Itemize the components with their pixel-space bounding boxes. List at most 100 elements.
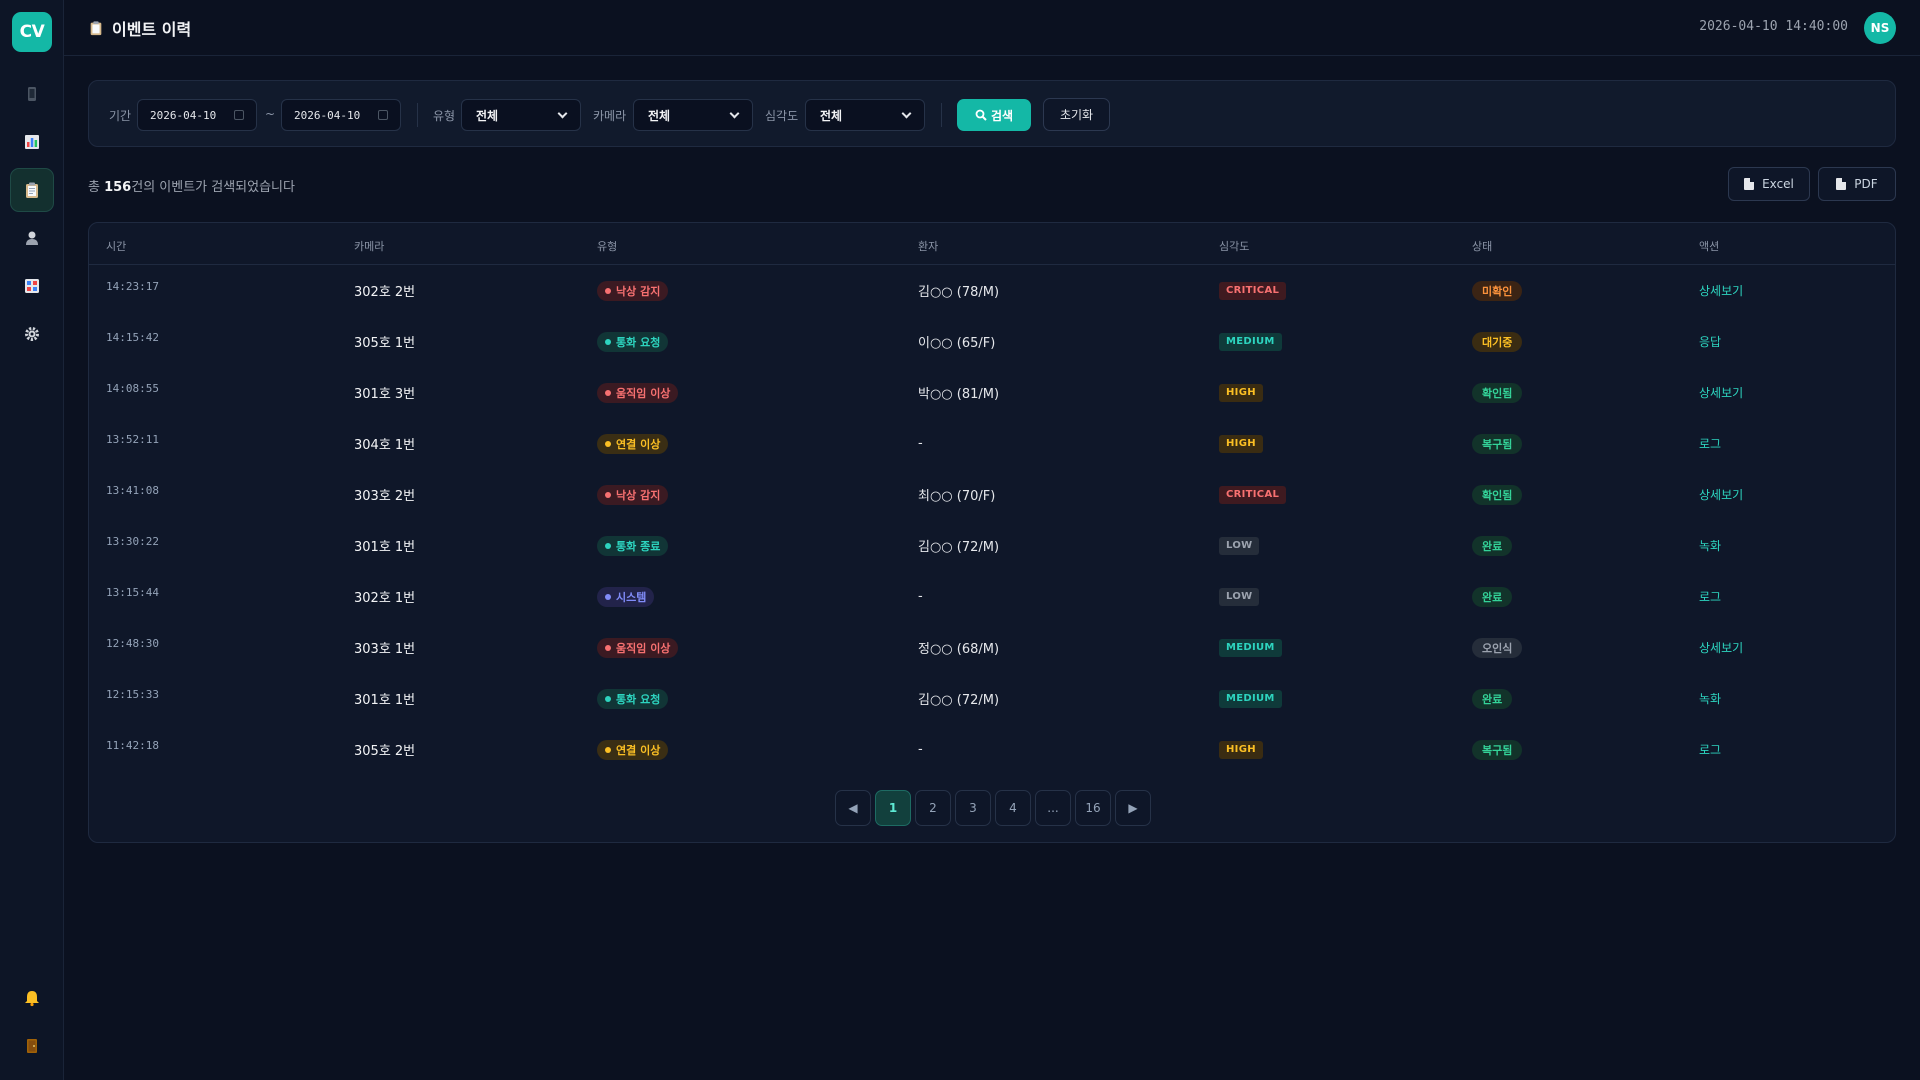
- table-row[interactable]: 13:52:11 304호 1번 연결 이상 - HIGH 복구됨 로그: [89, 418, 1895, 469]
- sidebar-item-cameras[interactable]: [10, 264, 54, 308]
- cell-type: 움직임 이상: [597, 622, 679, 673]
- cell-camera: 302호 1번: [354, 591, 416, 606]
- sidebar-item-patients[interactable]: [10, 216, 54, 260]
- table-row[interactable]: 12:15:33 301호 1번 통화 요청 김○○ (72/M) MEDIUM 완료 녹화: [89, 673, 1895, 724]
- row-action-link[interactable]: 로그: [1699, 588, 1721, 605]
- cell-action: 상세보기: [1699, 469, 1743, 520]
- column-header-patient[interactable]: 환자: [918, 238, 938, 254]
- page-button[interactable]: 4: [995, 790, 1031, 826]
- user-avatar[interactable]: NS: [1864, 12, 1896, 44]
- camera-select[interactable]: 전체: [633, 99, 753, 131]
- status-dot-icon: [605, 389, 611, 396]
- row-action-link[interactable]: 상세보기: [1699, 384, 1743, 401]
- date-to-input[interactable]: 2026-04-10: [281, 99, 401, 131]
- status-dot-icon: [605, 338, 611, 345]
- sidebar-item-stats[interactable]: [10, 120, 54, 164]
- cell-patient: 박○○ (81/M): [918, 387, 1000, 402]
- severity-badge: HIGH: [1219, 434, 1263, 453]
- page-title-text: 이벤트 이력: [112, 20, 192, 39]
- cell-camera: 301호 1번: [354, 540, 416, 555]
- severity-badge: MEDIUM: [1219, 638, 1282, 657]
- cell-status: 미확인: [1472, 265, 1523, 316]
- event-type-label: 연결 이상: [616, 437, 661, 451]
- clipboard-icon: [26, 182, 38, 198]
- status-dot-icon: [605, 695, 611, 702]
- table-row[interactable]: 13:15:44 302호 1번 시스템 - LOW 완료 로그: [89, 571, 1895, 622]
- table-row[interactable]: 14:08:55 301호 3번 움직임 이상 박○○ (81/M) HIGH 확인됨 상세…: [89, 367, 1895, 418]
- cell-action: 녹화: [1699, 673, 1721, 724]
- export-excel-button[interactable]: Excel: [1728, 167, 1810, 201]
- page-button[interactable]: 1: [875, 790, 911, 826]
- cell-status: 대기중: [1472, 316, 1523, 367]
- column-header-severity[interactable]: 심각도: [1219, 238, 1249, 254]
- sidebar-item-monitor[interactable]: [10, 72, 54, 116]
- row-action-link[interactable]: 녹화: [1699, 690, 1721, 707]
- cell-time: 13:15:44: [106, 586, 159, 599]
- cell-time: 13:41:08: [106, 484, 159, 497]
- column-header-time[interactable]: 시간: [106, 238, 126, 254]
- sidebar-item-notifications[interactable]: [10, 976, 54, 1020]
- row-action-link[interactable]: 상세보기: [1699, 486, 1743, 503]
- cell-type: 연결 이상: [597, 724, 669, 775]
- type-select[interactable]: 전체: [461, 99, 581, 131]
- cell-action: 상세보기: [1699, 367, 1743, 418]
- prev-page-button[interactable]: ◀: [835, 790, 871, 826]
- severity-badge: LOW: [1219, 536, 1260, 555]
- search-button[interactable]: 검색: [957, 99, 1031, 131]
- cell-action: 응답: [1699, 316, 1721, 367]
- table-header: 시간 카메라 유형 환자 심각도 상태 액션: [89, 223, 1895, 265]
- sidebar-item-logout[interactable]: [10, 1024, 54, 1068]
- severity-select[interactable]: 전체: [805, 99, 925, 131]
- sidebar-item-settings[interactable]: [10, 312, 54, 356]
- sidebar-item-events[interactable]: [10, 168, 54, 212]
- status-badge: 복구됨: [1472, 433, 1523, 454]
- cell-severity: HIGH: [1219, 724, 1263, 775]
- column-header-action[interactable]: 액션: [1699, 238, 1719, 254]
- severity-badge: CRITICAL: [1219, 281, 1287, 300]
- page-button[interactable]: 3: [955, 790, 991, 826]
- column-header-camera[interactable]: 카메라: [354, 238, 384, 254]
- cell-action: 녹화: [1699, 520, 1721, 571]
- page-button[interactable]: 2: [915, 790, 951, 826]
- cell-status: 복구됨: [1472, 418, 1523, 469]
- table-row[interactable]: 14:23:17 302호 2번 낙상 감지 김○○ (78/M) CRITICAL 미확…: [89, 265, 1895, 316]
- export-pdf-button[interactable]: PDF: [1818, 167, 1896, 201]
- table-row[interactable]: 13:41:08 303호 2번 낙상 감지 최○○ (70/F) CRITICAL 확인…: [89, 469, 1895, 520]
- cell-action: 로그: [1699, 571, 1721, 622]
- event-type-badge: 연결 이상: [597, 739, 669, 760]
- reset-button[interactable]: 초기화: [1043, 98, 1110, 131]
- event-type-label: 움직임 이상: [616, 386, 671, 400]
- page-list: 1 2 3 4... 16: [875, 790, 1111, 826]
- row-action-link[interactable]: 상세보기: [1699, 282, 1743, 299]
- app-logo[interactable]: CV: [12, 12, 52, 52]
- table-row[interactable]: 13:30:22 301호 1번 통화 종료 김○○ (72/M) LOW 완료 녹화: [89, 520, 1895, 571]
- column-header-type[interactable]: 유형: [597, 238, 617, 254]
- event-type-badge: 통화 종료: [597, 535, 669, 556]
- event-type-label: 통화 요청: [616, 335, 661, 349]
- table-row[interactable]: 12:48:30 303호 1번 움직임 이상 정○○ (68/M) MEDIUM 오인식…: [89, 622, 1895, 673]
- table-row[interactable]: 14:15:42 305호 1번 통화 요청 이○○ (65/F) MEDIUM 대기중 응…: [89, 316, 1895, 367]
- row-action-link[interactable]: 녹화: [1699, 537, 1721, 554]
- column-header-status[interactable]: 상태: [1472, 238, 1492, 254]
- pagination: ◀ 1 2 3 4... 16 ▶: [835, 790, 1151, 826]
- cell-type: 통화 종료: [597, 520, 669, 571]
- date-from-input[interactable]: 2026-04-10: [137, 99, 257, 131]
- cell-status: 오인식: [1472, 622, 1523, 673]
- export-pdf-label: PDF: [1854, 177, 1878, 191]
- next-page-button[interactable]: ▶: [1115, 790, 1151, 826]
- page-button[interactable]: 16: [1075, 790, 1111, 826]
- table-row[interactable]: 11:42:18 305호 2번 연결 이상 - HIGH 복구됨 로그: [89, 724, 1895, 775]
- row-action-link[interactable]: 상세보기: [1699, 639, 1743, 656]
- severity-badge: MEDIUM: [1219, 332, 1282, 351]
- row-action-link[interactable]: 응답: [1699, 333, 1721, 350]
- bell-icon: [25, 991, 39, 1007]
- cell-action: 로그: [1699, 724, 1721, 775]
- status-dot-icon: [605, 746, 611, 753]
- type-label: 유형: [433, 109, 456, 123]
- cell-patient: 김○○ (72/M): [918, 693, 1000, 708]
- status-dot-icon: [605, 644, 611, 651]
- row-action-link[interactable]: 로그: [1699, 741, 1721, 758]
- event-type-badge: 통화 요청: [597, 688, 669, 709]
- row-action-link[interactable]: 로그: [1699, 435, 1721, 452]
- status-badge: 미확인: [1472, 280, 1523, 301]
